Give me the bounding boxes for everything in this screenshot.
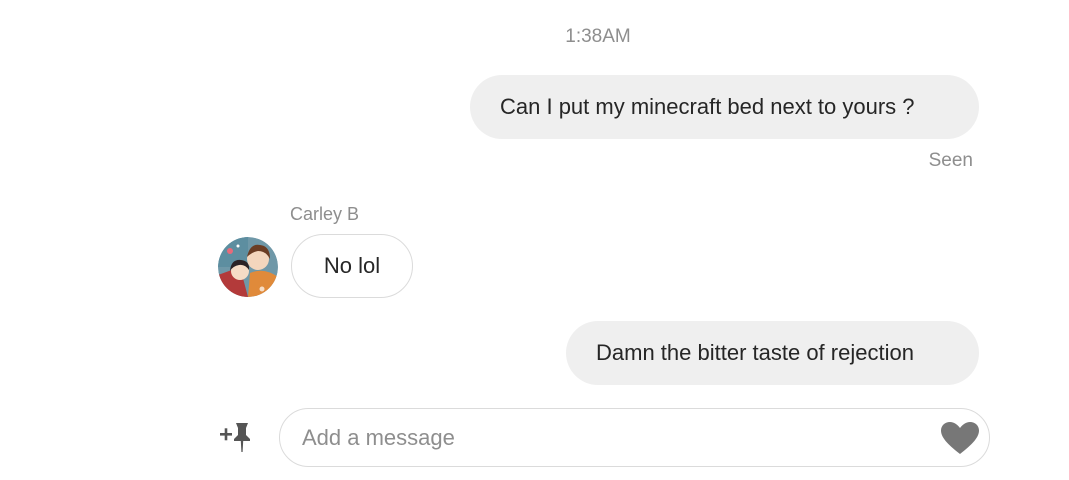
heart-icon[interactable] [940,421,980,455]
outgoing-message-bubble[interactable]: Damn the bitter taste of rejection [566,321,979,385]
message-composer [279,408,990,467]
message-input[interactable] [302,409,922,466]
message-text: Damn the bitter taste of rejection [596,340,914,365]
seen-status: Seen [928,150,973,171]
message-text: Can I put my minecraft bed next to yours… [500,94,915,119]
message-thread: 1:38AM Can I put my minecraft bed next t… [0,0,1069,480]
outgoing-message-bubble[interactable]: Can I put my minecraft bed next to yours… [470,75,979,139]
thread-timestamp: 1:38AM [565,26,631,47]
incoming-message-bubble[interactable]: No lol [291,234,413,298]
sender-name: Carley B [290,204,360,224]
message-text: No lol [323,253,381,278]
plus-pin-icon[interactable] [218,420,258,456]
avatar[interactable] [218,237,278,297]
avatar-image [218,237,278,297]
